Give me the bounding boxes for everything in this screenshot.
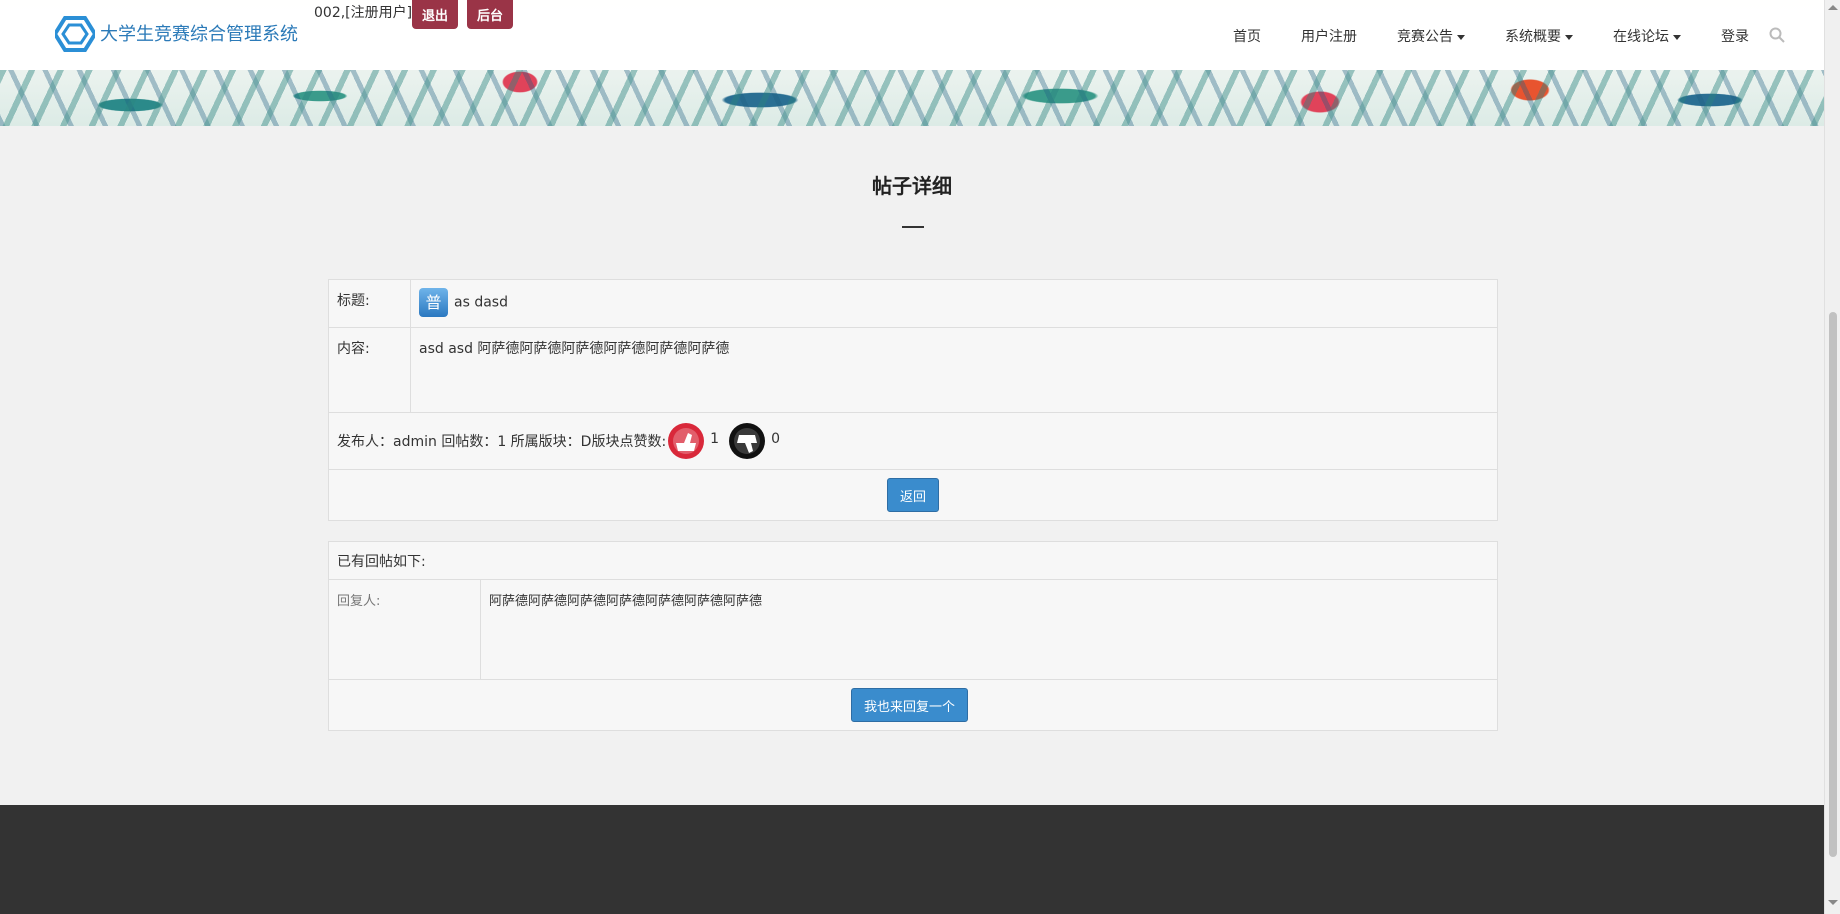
post-meta-cell: 发布人：admin 回帖数：1 所属版块：D版块点赞数: 1 0 (329, 413, 788, 469)
post-title-value: as dasd (454, 294, 508, 311)
post-title-label: 标题: (329, 280, 411, 327)
thumbs-down-icon[interactable] (727, 421, 767, 461)
search-icon[interactable] (1769, 27, 1785, 43)
chevron-down-icon (1565, 34, 1573, 40)
logout-button[interactable]: 退出 (412, 0, 459, 29)
post-meta-row: 发布人：admin 回帖数：1 所属版块：D版块点赞数: 1 0 (329, 413, 1497, 470)
logo-icon (55, 16, 95, 52)
normal-badge-icon: 普 (419, 288, 448, 317)
post-action-row: 返回 (329, 470, 1497, 522)
page-title: 帖子详细 (872, 174, 952, 198)
nav-register[interactable]: 用户注册 (1301, 26, 1357, 46)
nav-competition-label: 竞赛公告 (1397, 29, 1453, 45)
replies-header-row: 已有回帖如下: (329, 542, 1497, 580)
like-count: 1 (710, 431, 720, 447)
scroll-down-icon[interactable] (1828, 900, 1838, 905)
nav-forum-label: 在线论坛 (1613, 29, 1669, 45)
reply-content: 阿萨德阿萨德阿萨德阿萨德阿萨德阿萨德阿萨德 (489, 594, 763, 609)
reply-row: 回复人: 阿萨德阿萨德阿萨德阿萨德阿萨德阿萨德阿萨德 (329, 580, 1497, 680)
chevron-down-icon (1673, 34, 1681, 40)
dislike-count: 0 (771, 431, 781, 447)
nav-overview[interactable]: 系统概要 (1505, 26, 1573, 46)
admin-button[interactable]: 后台 (467, 0, 514, 29)
floral-decoration (0, 70, 1824, 126)
post-content-label: 内容: (329, 328, 411, 412)
title-divider (902, 226, 924, 228)
nav-forum[interactable]: 在线论坛 (1613, 26, 1681, 46)
post-meta-text: 发布人：admin 回帖数：1 所属版块：D版块点赞数: (337, 434, 667, 450)
scroll-up-icon[interactable] (1828, 5, 1838, 10)
replies-table: 已有回帖如下: 回复人: 阿萨德阿萨德阿萨德阿萨德阿萨德阿萨德阿萨德 我也来回复… (328, 541, 1498, 731)
scrollbar-thumb[interactable] (1829, 312, 1837, 857)
current-user-info: 002,[注册用户] (314, 5, 413, 21)
post-title-cell: 普 as dasd (411, 280, 516, 327)
post-content-value: asd asd 阿萨德阿萨德阿萨德阿萨德阿萨德阿萨德 (419, 341, 730, 357)
post-content-row: 内容: asd asd 阿萨德阿萨德阿萨德阿萨德阿萨德阿萨德 (329, 328, 1497, 413)
back-button[interactable]: 返回 (887, 478, 940, 512)
brand-title[interactable]: 大学生竞赛综合管理系统 (100, 20, 298, 46)
nav-home[interactable]: 首页 (1233, 26, 1261, 46)
post-title-row: 标题: 普 as dasd (329, 280, 1497, 328)
nav-login[interactable]: 登录 (1721, 26, 1749, 46)
replies-header: 已有回帖如下: (337, 554, 426, 570)
replier-label: 回复人: (329, 580, 481, 679)
page-scrollbar[interactable] (1824, 0, 1840, 914)
reply-button[interactable]: 我也来回复一个 (851, 688, 969, 722)
nav-overview-label: 系统概要 (1505, 29, 1561, 45)
nav-competition[interactable]: 竞赛公告 (1397, 26, 1465, 46)
post-detail-table: 标题: 普 as dasd 内容: asd asd 阿萨德阿萨德阿萨德阿萨德阿萨德… (328, 279, 1498, 521)
thumbs-up-icon[interactable] (666, 421, 706, 461)
reply-action-row: 我也来回复一个 (329, 680, 1497, 732)
top-header: 大学生竞赛综合管理系统 002,[注册用户] 退出 后台 首页 用户注册 竞赛公… (0, 0, 1824, 70)
chevron-down-icon (1457, 34, 1465, 40)
page-footer (0, 805, 1824, 914)
